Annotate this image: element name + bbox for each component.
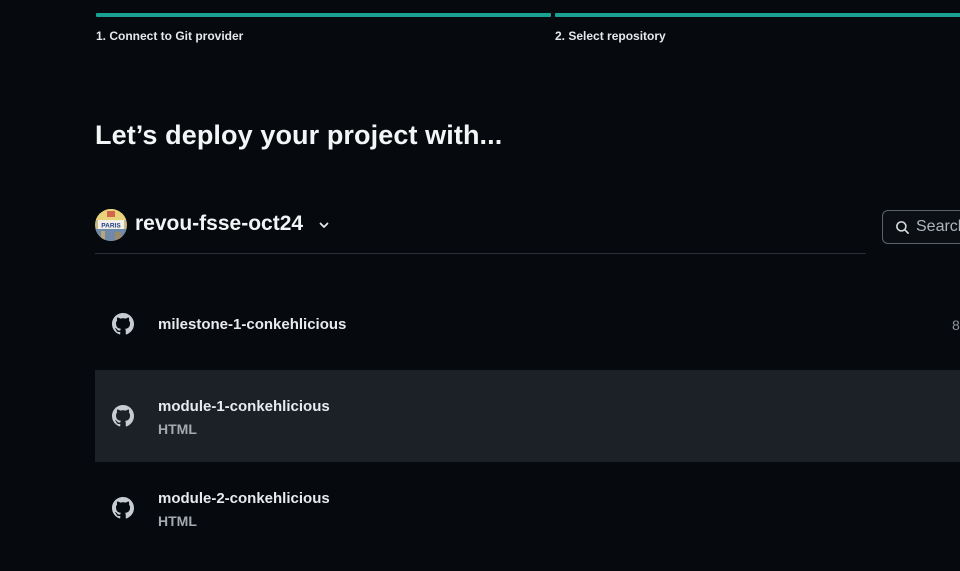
step-progress-bar bbox=[96, 13, 551, 17]
repo-language: HTML bbox=[158, 421, 197, 437]
repo-language: HTML bbox=[158, 513, 197, 529]
account-avatar: PARIS bbox=[95, 209, 127, 241]
search-input[interactable] bbox=[916, 211, 960, 243]
step-label: 2. Select repository bbox=[555, 29, 666, 43]
avatar-text: PARIS bbox=[101, 223, 121, 230]
search-icon bbox=[896, 221, 909, 234]
page: 1. Connect to Git provider 2. Select rep… bbox=[0, 0, 960, 571]
step-label: 1. Connect to Git provider bbox=[96, 29, 244, 43]
repo-row-module-2-conkehlicious[interactable]: module-2-conkehlicious HTML bbox=[95, 462, 960, 554]
github-icon bbox=[112, 313, 134, 335]
page-title: Let’s deploy your project with... bbox=[95, 120, 503, 150]
repo-meta: 8 bbox=[952, 317, 960, 333]
github-icon bbox=[112, 405, 134, 427]
chevron-down-icon[interactable] bbox=[317, 218, 331, 232]
account-selector[interactable]: PARIS revou-fsse-oct24 bbox=[95, 208, 866, 254]
repo-row-module-1-conkehlicious[interactable]: module-1-conkehlicious HTML bbox=[95, 370, 960, 462]
account-name: revou-fsse-oct24 bbox=[135, 212, 304, 235]
step-select-repository[interactable]: 2. Select repository bbox=[555, 13, 960, 43]
repo-name: module-1-conkehlicious bbox=[158, 398, 330, 415]
repo-name: module-2-conkehlicious bbox=[158, 490, 330, 507]
repo-name: milestone-1-conkehlicious bbox=[158, 316, 347, 333]
paris-photo-avatar: PARIS bbox=[95, 209, 127, 241]
search-box[interactable] bbox=[882, 210, 960, 244]
github-icon bbox=[112, 497, 134, 519]
repo-row-milestone-1-conkehlicious[interactable]: milestone-1-conkehlicious 8 bbox=[95, 278, 960, 370]
step-progress-bar bbox=[555, 13, 960, 17]
step-connect-git-provider[interactable]: 1. Connect to Git provider bbox=[96, 13, 551, 43]
